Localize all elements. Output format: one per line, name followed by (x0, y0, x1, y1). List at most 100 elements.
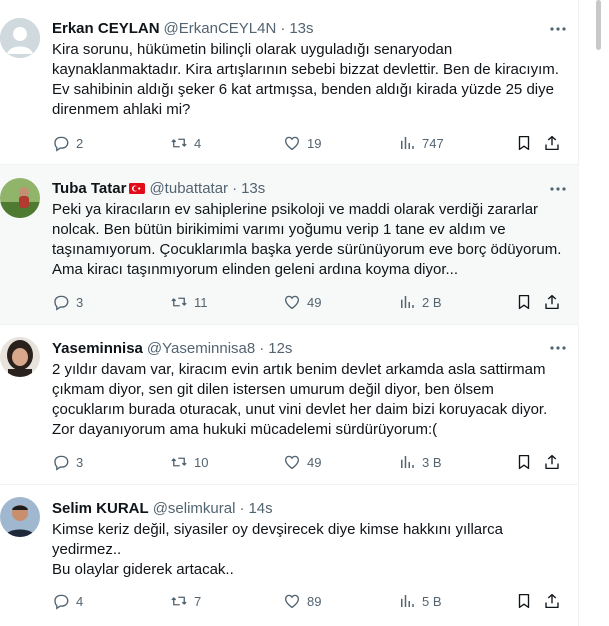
repost-count: 4 (194, 135, 202, 151)
tweet-feed: Erkan CEYLAN @ErkanCEYL4N · 13s Kira sor… (0, 0, 579, 626)
reply-button[interactable]: 3 (52, 452, 83, 472)
views-button[interactable]: 5 B (398, 591, 442, 611)
like-count: 19 (307, 135, 322, 151)
avatar[interactable] (0, 497, 40, 537)
repost-button[interactable]: 11 (170, 292, 208, 312)
reply-count: 3 (76, 454, 84, 470)
more-icon[interactable] (547, 18, 569, 40)
user-handle[interactable]: @ErkanCEYL4N (164, 20, 277, 37)
user-handle[interactable]: @tubattatar (149, 180, 228, 197)
like-button[interactable]: 19 (283, 133, 321, 153)
tweet[interactable]: Erkan CEYLAN @ErkanCEYL4N · 13s Kira sor… (0, 0, 579, 165)
avatar[interactable] (0, 178, 40, 218)
timestamp[interactable]: 13s (241, 180, 265, 197)
repost-button[interactable]: 4 (170, 133, 201, 153)
share-icon (545, 135, 559, 151)
reply-icon (54, 594, 69, 610)
tweet-actions: 3 10 49 3 B (52, 452, 572, 472)
view-count: 5 B (422, 593, 442, 609)
views-icon (401, 595, 414, 607)
tweet[interactable]: Selim KURAL @selimkural · 14s Kimse keri… (0, 485, 579, 626)
profile-photo (0, 178, 40, 218)
tweet[interactable]: Tuba Tatar @tubattatar · 13s Peki ya kir… (0, 165, 579, 325)
share-button[interactable] (543, 591, 561, 611)
tweet-text: Kira sorunu, hükümetin bilinçli olarak u… (52, 41, 559, 118)
views-button[interactable]: 747 (398, 133, 444, 153)
timestamp[interactable]: 12s (268, 340, 292, 357)
share-icon (545, 454, 559, 470)
profile-photo (0, 497, 40, 537)
view-count: 2 B (422, 294, 442, 310)
like-button[interactable]: 89 (283, 591, 321, 611)
tweet-header: Tuba Tatar @tubattatar · 13s (52, 177, 265, 199)
scrollbar-thumb[interactable] (596, 0, 601, 50)
share-icon (545, 294, 559, 310)
bookmark-icon (518, 593, 530, 609)
heart-icon (284, 455, 300, 470)
separator-dot: · (259, 339, 265, 357)
reply-icon (54, 455, 69, 471)
turkey-flag-icon (129, 182, 146, 194)
profile-photo (0, 337, 40, 377)
views-button[interactable]: 2 B (398, 292, 442, 312)
tweet-header: Selim KURAL @selimkural · 14s (52, 497, 273, 519)
share-button[interactable] (543, 292, 561, 312)
bookmark-button[interactable] (515, 591, 533, 611)
bookmark-icon (518, 294, 530, 310)
repost-button[interactable]: 7 (170, 591, 201, 611)
reply-button[interactable]: 3 (52, 292, 83, 312)
repost-button[interactable]: 10 (170, 452, 208, 472)
share-button[interactable] (543, 133, 561, 153)
tweet-actions: 2 4 19 747 (52, 133, 572, 153)
bookmark-button[interactable] (515, 292, 533, 312)
more-icon[interactable] (547, 178, 569, 200)
repost-icon (171, 138, 187, 148)
user-handle[interactable]: @Yaseminnisa8 (147, 340, 255, 357)
reply-icon (54, 136, 69, 152)
more-icon[interactable] (547, 337, 569, 359)
avatar[interactable] (0, 18, 40, 58)
tweet-text: 2 yıldır davam var, kiracım evin artık b… (52, 361, 548, 438)
repost-count: 7 (194, 593, 202, 609)
views-icon (401, 456, 414, 468)
bookmark-icon (518, 135, 530, 151)
reply-icon (54, 295, 69, 311)
tweet-actions: 4 7 89 5 B (52, 591, 572, 611)
repost-icon (171, 596, 187, 606)
repost-icon (171, 297, 187, 307)
share-button[interactable] (543, 452, 561, 472)
reply-count: 2 (76, 135, 84, 151)
display-name[interactable]: Selim KURAL (52, 500, 149, 517)
timestamp[interactable]: 14s (248, 500, 272, 517)
bookmark-button[interactable] (515, 133, 533, 153)
display-name[interactable]: Erkan CEYLAN (52, 20, 160, 37)
user-handle[interactable]: @selimkural (153, 500, 236, 517)
tweet-text: Kimse keriz değil, siyasiler oy devşirec… (52, 521, 503, 578)
view-count: 3 B (422, 454, 442, 470)
bookmark-button[interactable] (515, 452, 533, 472)
repost-count: 10 (194, 454, 209, 470)
like-count: 89 (307, 593, 322, 609)
display-name[interactable]: Tuba Tatar (52, 180, 126, 197)
separator-dot: · (239, 499, 245, 517)
heart-icon (284, 295, 300, 310)
views-button[interactable]: 3 B (398, 452, 442, 472)
view-count: 747 (422, 135, 444, 151)
like-button[interactable]: 49 (283, 452, 321, 472)
tweet-text: Peki ya kiracıların ev sahiplerine psiko… (52, 201, 562, 278)
heart-icon (284, 594, 300, 609)
tweet[interactable]: Yaseminnisa @Yaseminnisa8 · 12s 2 yıldır… (0, 325, 579, 485)
display-name[interactable]: Yaseminnisa (52, 340, 143, 357)
reply-button[interactable]: 4 (52, 591, 83, 611)
repost-icon (171, 457, 187, 467)
reply-button[interactable]: 2 (52, 133, 83, 153)
avatar[interactable] (0, 337, 40, 377)
views-icon (401, 296, 414, 308)
like-button[interactable]: 49 (283, 292, 321, 312)
reply-count: 3 (76, 294, 84, 310)
scrollbar-track[interactable] (586, 0, 609, 626)
timestamp[interactable]: 13s (289, 20, 313, 37)
like-count: 49 (307, 294, 322, 310)
reply-count: 4 (76, 593, 84, 609)
tweet-header: Erkan CEYLAN @ErkanCEYL4N · 13s (52, 17, 314, 39)
